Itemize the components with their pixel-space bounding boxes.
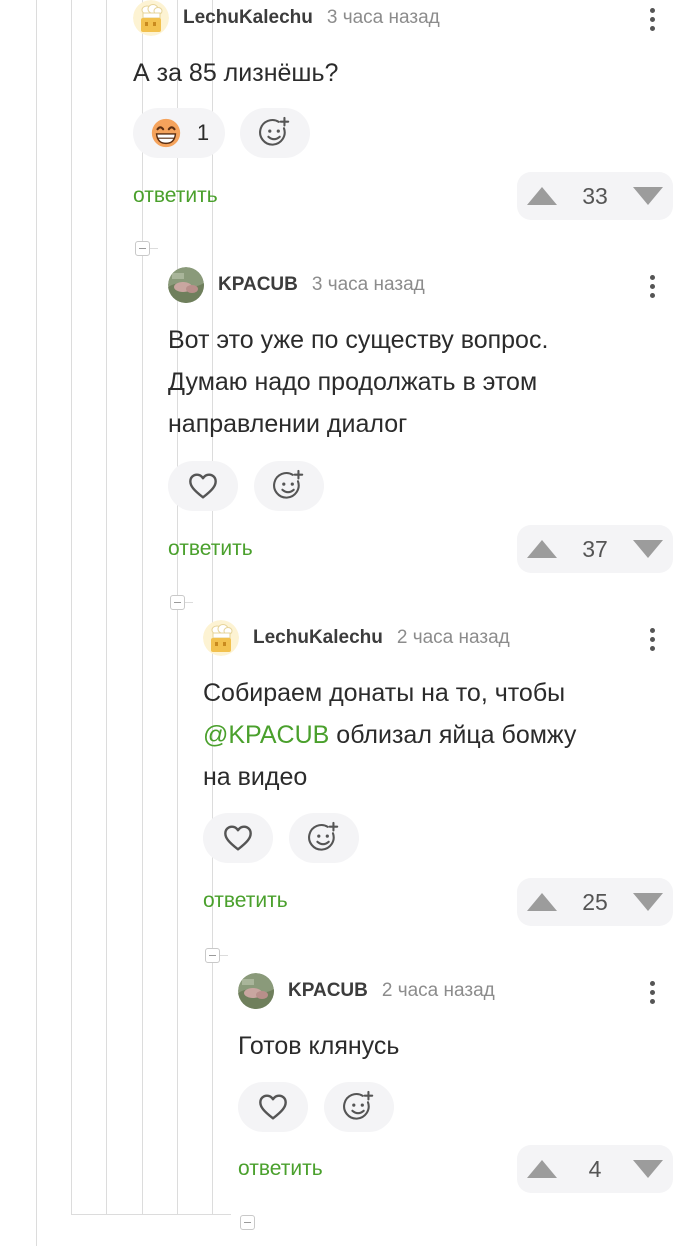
- chef-hat-icon[interactable]: [133, 0, 169, 36]
- downvote-arrow-icon[interactable]: [623, 172, 673, 220]
- user-mention-link[interactable]: @KPACUB: [203, 721, 329, 749]
- downvote-arrow-icon[interactable]: [623, 878, 673, 926]
- like-button[interactable]: [238, 1082, 308, 1132]
- comment-time: 2 часа назад: [381, 980, 495, 1001]
- comment-author[interactable]: KPACUB: [288, 980, 368, 1002]
- thread-connector: [185, 602, 193, 603]
- reply-link[interactable]: ответить: [168, 537, 253, 561]
- more-options-icon[interactable]: [642, 269, 662, 303]
- collapse-thread-button[interactable]: [205, 948, 220, 963]
- more-options-icon[interactable]: [642, 2, 662, 36]
- comment-text: Готов клянусь: [238, 1025, 399, 1067]
- comment-text-line: А за 85 лизнёшь?: [133, 59, 339, 87]
- smile-plus-icon: [258, 116, 292, 150]
- comment-author[interactable]: KPACUB: [218, 274, 298, 296]
- thread-line: [106, 0, 107, 1214]
- downvote-arrow-icon[interactable]: [623, 525, 673, 573]
- comment-text-line: Готов клянусь: [238, 1032, 400, 1060]
- vote-widget: 37: [517, 525, 673, 573]
- add-reaction-button[interactable]: [324, 1082, 394, 1132]
- downvote-arrow-icon[interactable]: [623, 1145, 673, 1193]
- vote-widget: 25: [517, 878, 673, 926]
- comment-author[interactable]: LechuKalechu: [253, 627, 383, 649]
- reaction-button[interactable]: 1: [133, 108, 225, 158]
- vote-widget: 4: [517, 1145, 673, 1193]
- upvote-arrow-icon[interactable]: [517, 525, 567, 573]
- comment-time: 2 часа назад: [396, 627, 510, 648]
- comment-text: Собираем донаты на то, чтобы @KPACUB обл…: [203, 672, 576, 798]
- reply-link[interactable]: ответить: [238, 1157, 323, 1181]
- photo-avatar-icon[interactable]: [238, 973, 274, 1009]
- smile-plus-icon: [272, 469, 306, 503]
- smile-plus-icon: [342, 1090, 376, 1124]
- photo-avatar-icon[interactable]: [168, 267, 204, 303]
- comment: KPACUB 3 часа назад Вот это уже по сущес…: [168, 267, 673, 577]
- comment-time: 3 часа назад: [326, 7, 440, 28]
- collapse-thread-button[interactable]: [135, 241, 150, 256]
- collapse-thread-button[interactable]: [240, 1215, 255, 1230]
- comment: KPACUB 2 часа назад Готов клянусь ответи…: [238, 973, 673, 1198]
- comment-text: Вот это уже по существу вопрос. Думаю на…: [168, 319, 548, 445]
- grinning-face-icon: [149, 116, 183, 150]
- add-reaction-button[interactable]: [240, 108, 310, 158]
- vote-score: 33: [582, 182, 608, 209]
- upvote-arrow-icon[interactable]: [517, 878, 567, 926]
- add-reaction-button[interactable]: [254, 461, 324, 511]
- vote-widget: 33: [517, 172, 673, 220]
- comment-time: 3 часа назад: [311, 274, 425, 295]
- add-reaction-button[interactable]: [289, 813, 359, 863]
- thread-connector: [150, 248, 158, 249]
- heart-icon: [187, 470, 219, 502]
- more-options-icon[interactable]: [642, 622, 662, 656]
- comment-header: LechuKalechu 3 часа назад: [133, 0, 440, 36]
- comment-header: LechuKalechu 2 часа назад: [203, 620, 510, 656]
- thread-bottom-line: [71, 1214, 231, 1215]
- heart-icon: [222, 822, 254, 854]
- vote-score: 4: [588, 1155, 602, 1182]
- comment-header: KPACUB 2 часа назад: [238, 973, 495, 1009]
- chef-hat-icon[interactable]: [203, 620, 239, 656]
- reply-link[interactable]: ответить: [203, 889, 288, 913]
- comment: LechuKalechu 3 часа назад А за 85 лизнёш…: [133, 0, 673, 230]
- collapse-thread-button[interactable]: [170, 595, 185, 610]
- smile-plus-icon: [307, 821, 341, 855]
- comment: LechuKalechu 2 часа назад Собираем донат…: [203, 620, 673, 930]
- thread-connector: [220, 955, 228, 956]
- comment-text-line: на видео: [203, 763, 308, 791]
- comment-text-line: Думаю надо продолжать в этом: [168, 368, 538, 396]
- comment-text-line: направлении диалог: [168, 410, 408, 438]
- reaction-count: 1: [196, 120, 210, 145]
- thread-line: [71, 0, 72, 1214]
- comment-text-line: @KPACUB облизал яйца бомжу: [203, 714, 576, 756]
- comment-text-line: Собираем донаты на то, чтобы: [203, 679, 566, 707]
- reply-link[interactable]: ответить: [133, 184, 218, 208]
- more-options-icon[interactable]: [642, 975, 662, 1009]
- comment-author[interactable]: LechuKalechu: [183, 7, 313, 29]
- vote-score: 25: [582, 888, 608, 915]
- comment-text-line: Вот это уже по существу вопрос.: [168, 326, 549, 354]
- comment-header: KPACUB 3 часа назад: [168, 267, 425, 303]
- upvote-arrow-icon[interactable]: [517, 1145, 567, 1193]
- upvote-arrow-icon[interactable]: [517, 172, 567, 220]
- vote-score: 37: [582, 535, 608, 562]
- thread-line: [36, 0, 37, 1246]
- like-button[interactable]: [168, 461, 238, 511]
- heart-icon: [257, 1091, 289, 1123]
- comment-text: А за 85 лизнёшь?: [133, 52, 338, 94]
- comment-text-fragment: облизал яйца бомжу: [336, 721, 577, 749]
- like-button[interactable]: [203, 813, 273, 863]
